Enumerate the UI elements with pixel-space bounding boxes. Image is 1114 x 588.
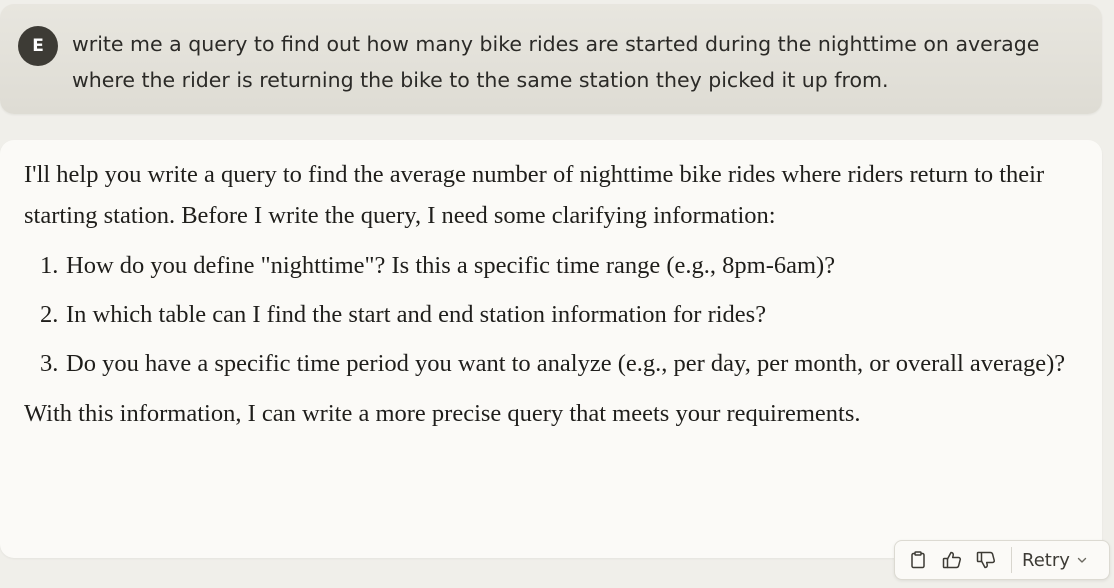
assistant-intro: I'll help you write a query to find the … bbox=[24, 161, 1045, 229]
toolbar-divider bbox=[1011, 547, 1012, 573]
retry-button[interactable]: Retry bbox=[1022, 550, 1088, 571]
assistant-message: I'll help you write a query to find the … bbox=[0, 140, 1102, 558]
assistant-closing: With this information, I can write a mor… bbox=[24, 400, 861, 427]
assistant-message-body: I'll help you write a query to find the … bbox=[24, 154, 1084, 434]
list-item: 1. How do you define "nighttime"? Is thi… bbox=[24, 246, 1084, 286]
retry-label: Retry bbox=[1022, 549, 1070, 571]
chat-view: E write me a query to find out how many … bbox=[0, 0, 1114, 588]
chevron-down-icon bbox=[1076, 554, 1088, 566]
thumbs-down-icon[interactable] bbox=[973, 547, 999, 573]
list-item-text: In which table can I find the start and … bbox=[66, 301, 767, 328]
list-item-number: 1. bbox=[40, 252, 59, 279]
thumbs-up-icon[interactable] bbox=[939, 547, 965, 573]
user-avatar: E bbox=[18, 26, 58, 66]
clipboard-icon[interactable] bbox=[905, 547, 931, 573]
list-item-number: 3. bbox=[40, 350, 59, 377]
user-message-text: write me a query to find out how many bi… bbox=[72, 32, 1040, 92]
list-item-text: How do you define "nighttime"? Is this a… bbox=[66, 252, 836, 279]
clarifying-questions-list: 1. How do you define "nighttime"? Is thi… bbox=[24, 246, 1084, 384]
list-item: 3. Do you have a specific time period yo… bbox=[24, 344, 1084, 384]
list-item: 2. In which table can I find the start a… bbox=[24, 295, 1084, 335]
list-item-text: Do you have a specific time period you w… bbox=[66, 350, 1066, 377]
user-message: E write me a query to find out how many … bbox=[0, 4, 1102, 114]
list-item-number: 2. bbox=[40, 301, 59, 328]
message-actions-toolbar: Retry bbox=[894, 540, 1110, 580]
